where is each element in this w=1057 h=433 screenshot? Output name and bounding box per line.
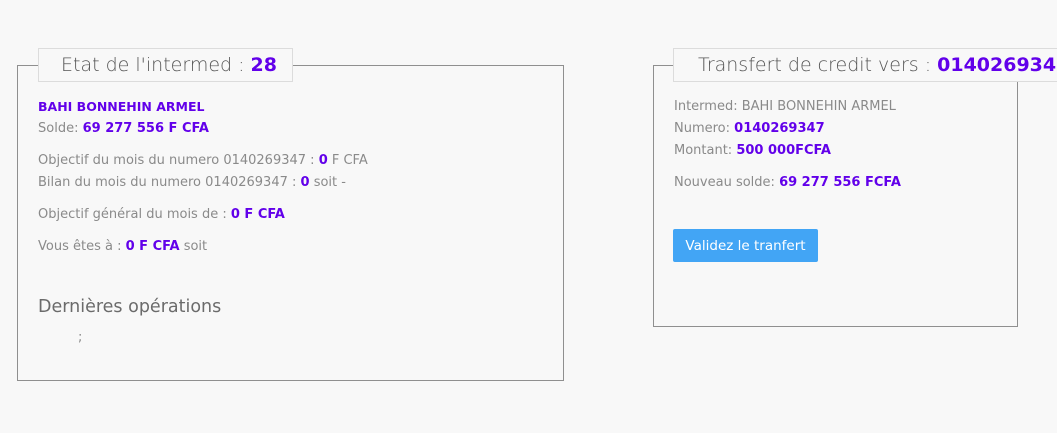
- credit-transfer-legend: Transfert de credit vers : 0140269347: [673, 48, 1057, 82]
- solde-value: 69 277 556 F CFA: [82, 121, 209, 136]
- operations-list: ;: [78, 330, 83, 345]
- bilan-numero-value: 0: [300, 175, 310, 190]
- bilan-numero-line: Bilan du mois du numero 0140269347 : 0 s…: [38, 172, 368, 194]
- intermed-id: 28: [250, 54, 277, 76]
- solde-label: Solde:: [38, 121, 83, 136]
- transfer-target-number: 0140269347: [937, 54, 1057, 76]
- vous-etes-line: Vous êtes à : 0 F CFA soit: [38, 236, 368, 258]
- nouveau-solde-label: Nouveau solde:: [674, 175, 780, 190]
- solde-line: Solde: 69 277 556 F CFA: [38, 118, 368, 140]
- vous-etes-suffix: soit: [179, 239, 208, 254]
- objectif-general-value: 0 F CFA: [230, 207, 285, 222]
- numero-line: Numero: 0140269347: [674, 118, 901, 140]
- montant-label: Montant:: [674, 143, 737, 158]
- credit-transfer-content: Intermed: BAHI BONNEHIN ARMEL Numero: 01…: [674, 96, 901, 194]
- objectif-general-label: Objectif général du mois de :: [38, 207, 231, 222]
- operations-title: Dernières opérations: [38, 297, 222, 317]
- vous-etes-value: 0 F CFA: [125, 239, 180, 254]
- numero-label: Numero:: [674, 121, 735, 136]
- objectif-numero-value: 0: [318, 153, 328, 168]
- objectif-numero-line: Objectif du mois du numero 0140269347 : …: [38, 150, 368, 172]
- objectif-general-line: Objectif général du mois de : 0 F CFA: [38, 204, 368, 226]
- legend-label: Etat de l'intermed :: [61, 54, 245, 76]
- credit-transfer-panel: Transfert de credit vers : 0140269347 In…: [653, 48, 1057, 327]
- intermed-name: BAHI BONNEHIN ARMEL: [38, 99, 205, 114]
- intermed-status-legend: Etat de l'intermed : 28: [38, 48, 293, 82]
- objectif-numero-label: Objectif du mois du numero 0140269347 :: [38, 153, 319, 168]
- transfer-legend-label: Transfert de credit vers :: [698, 54, 932, 76]
- validate-transfer-button[interactable]: Validez le tranfert: [673, 229, 818, 262]
- vous-etes-label: Vous êtes à :: [38, 239, 126, 254]
- bilan-numero-label: Bilan du mois du numero 0140269347 :: [38, 175, 301, 190]
- numero-value: 0140269347: [734, 121, 825, 136]
- montant-value: 500 000FCFA: [736, 143, 831, 158]
- bilan-numero-suffix: soit -: [309, 175, 346, 190]
- intermed-status-content: BAHI BONNEHIN ARMEL Solde: 69 277 556 F …: [38, 96, 368, 258]
- nouveau-solde-value: 69 277 556 FCFA: [779, 175, 901, 190]
- objectif-numero-suffix: F CFA: [327, 153, 368, 168]
- montant-line: Montant: 500 000FCFA: [674, 140, 901, 162]
- nouveau-solde-line: Nouveau solde: 69 277 556 FCFA: [674, 172, 901, 194]
- intermed-status-panel: Etat de l'intermed : 28 BAHI BONNEHIN AR…: [17, 48, 564, 381]
- intermed-line: Intermed: BAHI BONNEHIN ARMEL: [674, 99, 896, 114]
